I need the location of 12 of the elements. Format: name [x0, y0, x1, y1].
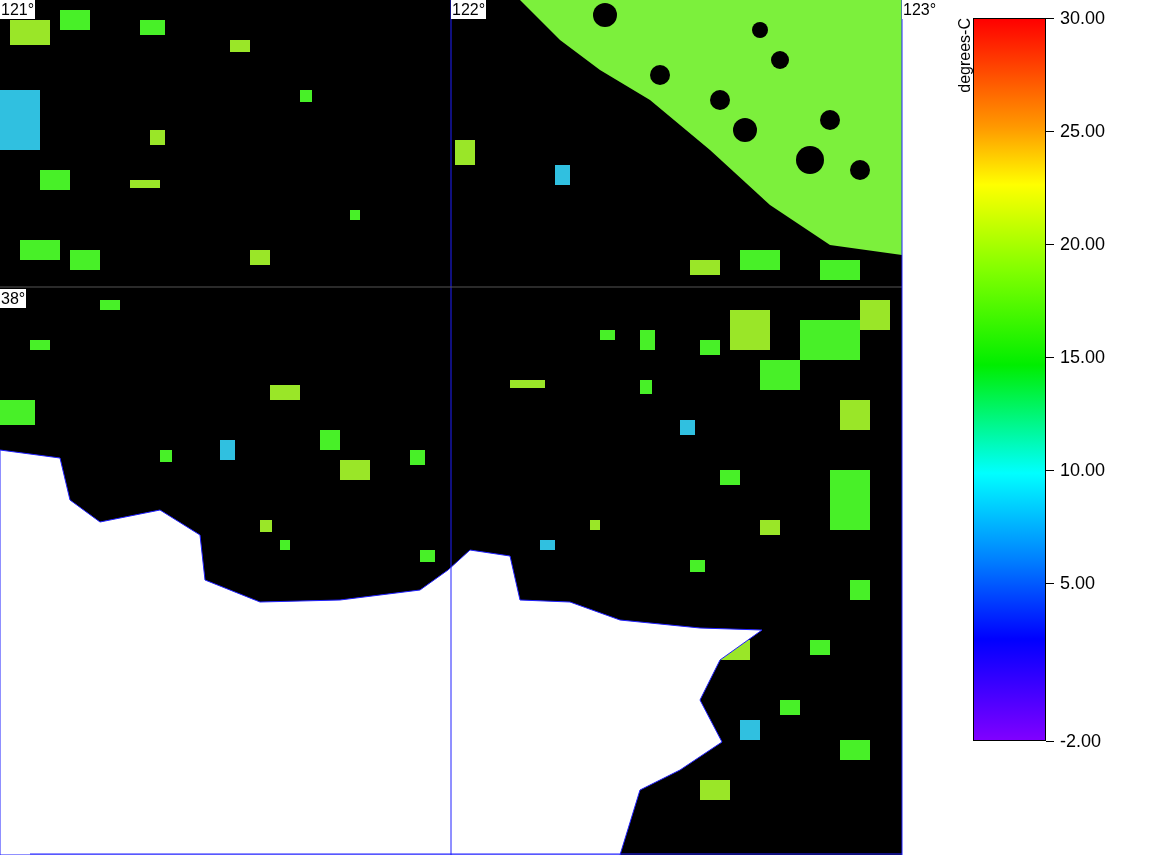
color-scale-label: 5.00 — [1060, 572, 1096, 593]
color-scale-label: 30.00 — [1060, 8, 1106, 28]
color-scale-label: 15.00 — [1060, 346, 1106, 367]
color-scale-label: 20.00 — [1060, 233, 1106, 254]
color-scale-label: 25.00 — [1060, 120, 1106, 141]
color-scale-label: -2.00 — [1060, 731, 1102, 751]
longitude-label: 122° — [451, 0, 487, 19]
longitude-label: 121° — [0, 0, 36, 19]
color-scale-title: degrees-C — [955, 18, 974, 93]
longitude-label: 123° — [902, 0, 938, 19]
color-scale-label: 10.00 — [1060, 459, 1106, 480]
latitude-label: 38° — [0, 289, 27, 308]
